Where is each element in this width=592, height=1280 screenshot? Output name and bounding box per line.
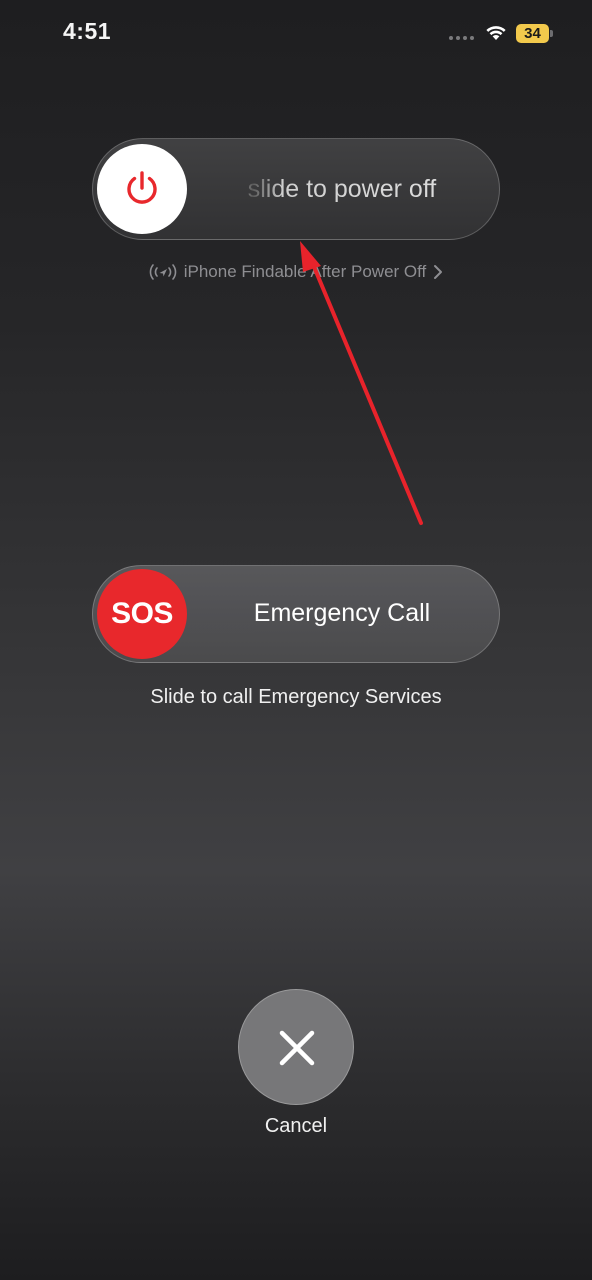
chevron-right-icon — [434, 265, 443, 279]
status-bar: 4:51 34 — [0, 0, 592, 70]
sos-knob[interactable]: SOS — [97, 569, 187, 659]
cancel-label: Cancel — [264, 1115, 328, 1137]
power-off-knob[interactable] — [97, 144, 187, 234]
wifi-icon — [486, 26, 506, 40]
findable-after-power-off-link[interactable]: iPhone Findable After Power Off — [0, 262, 592, 287]
emergency-call-slider[interactable]: SOS Emergency Call — [92, 565, 500, 663]
signal-dots-icon — [449, 36, 474, 40]
status-time: 4:51 — [63, 18, 112, 44]
battery-cap — [550, 30, 553, 37]
close-icon — [279, 1030, 315, 1066]
battery-icon: 34 — [516, 24, 549, 43]
power-icon — [127, 171, 157, 204]
cancel-button[interactable] — [238, 989, 354, 1105]
sos-caption: Slide to call Emergency Services — [150, 686, 442, 708]
find-my-icon — [149, 264, 177, 280]
emergency-call-label: Emergency Call — [253, 599, 431, 627]
power-off-label: slide to power off — [193, 175, 491, 204]
power-off-slider[interactable]: slide to power off — [92, 138, 500, 240]
findable-text: iPhone Findable After Power Off — [183, 262, 427, 281]
